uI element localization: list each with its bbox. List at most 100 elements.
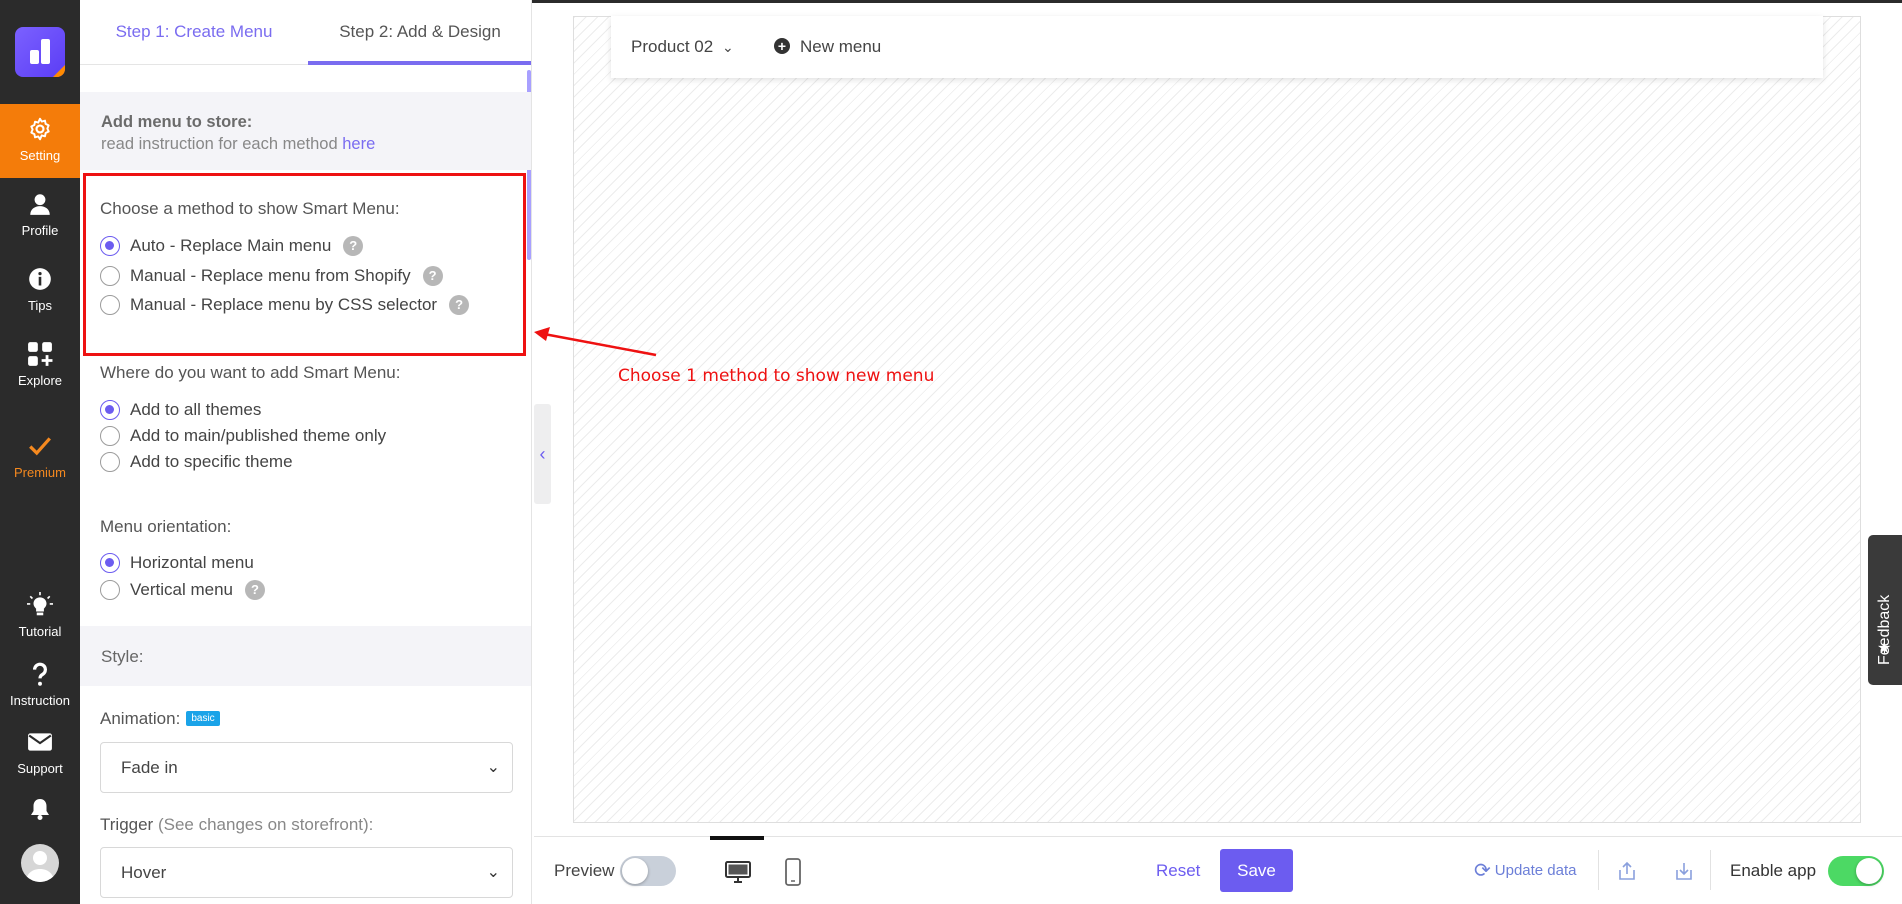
- animation-label-row: Animation: basic: [100, 709, 220, 729]
- trigger-select[interactable]: Hover ⌄: [100, 847, 513, 898]
- tab-step2[interactable]: Step 2: Add & Design: [308, 3, 531, 65]
- feedback-label: Feedback: [1876, 594, 1893, 665]
- radio-button[interactable]: [100, 553, 120, 573]
- logo-bar-short: [30, 50, 39, 64]
- nav-setting[interactable]: Setting: [0, 104, 80, 178]
- preview-menu-item-label: Product 02: [631, 37, 714, 56]
- add-to-store-subtext: read instruction for each method here: [101, 135, 511, 154]
- tab-step1[interactable]: Step 1: Create Menu: [80, 3, 308, 65]
- save-button[interactable]: Save: [1220, 849, 1293, 892]
- add-to-store-heading: Add menu to store:: [101, 113, 253, 131]
- bottom-toolbar: Preview Reset ⟳ Update data Enable app: [534, 836, 1902, 904]
- nav-profile[interactable]: Profile: [0, 179, 80, 253]
- where-option-label: Add to main/published theme only: [130, 426, 387, 445]
- info-icon: [29, 268, 51, 290]
- reset-button[interactable]: Reset: [1156, 837, 1200, 904]
- check-icon: [29, 437, 51, 456]
- refresh-icon: ⟳: [1474, 860, 1491, 882]
- update-data-label: Update data: [1494, 862, 1577, 879]
- chevron-down-icon: ⌄: [486, 864, 500, 881]
- preview-menu-item-product[interactable]: Product 02 ⌄: [631, 16, 734, 78]
- where-option-all-themes[interactable]: Add to all themes: [100, 398, 261, 422]
- trigger-hint: (See changes on storefront):: [157, 815, 374, 834]
- feedback-tab[interactable]: ★ Feedback: [1868, 535, 1902, 685]
- add-to-store-sub: read instruction for each method: [101, 135, 343, 153]
- active-device-indicator: [710, 836, 764, 840]
- animation-select[interactable]: Fade in ⌄: [100, 742, 513, 793]
- radio-button[interactable]: [100, 580, 120, 600]
- style-section: Style:: [80, 626, 531, 686]
- toolbar-divider: [1598, 850, 1599, 890]
- bell-icon[interactable]: [28, 797, 52, 821]
- update-data-button[interactable]: ⟳ Update data: [1474, 837, 1577, 904]
- toolbar-divider: [1710, 850, 1711, 890]
- nav-tutorial-label: Tutorial: [18, 624, 62, 639]
- trigger-label-row: Trigger (See changes on storefront):: [100, 815, 373, 835]
- nav-support[interactable]: Support: [0, 717, 80, 791]
- help-icon[interactable]: ?: [245, 580, 265, 600]
- logo-corner: [53, 65, 65, 77]
- nav-setting-label: Setting: [19, 148, 61, 163]
- gear-icon: [30, 117, 50, 141]
- collapse-panel-handle[interactable]: ‹: [534, 404, 551, 504]
- nav-explore-label: Explore: [17, 373, 63, 388]
- animation-label: Animation:: [100, 709, 181, 728]
- avatar[interactable]: [21, 844, 59, 882]
- preview-toggle[interactable]: [620, 856, 676, 886]
- enable-app-label: Enable app: [1730, 861, 1817, 880]
- nav-profile-label: Profile: [21, 223, 59, 238]
- preview-canvas: [573, 16, 1861, 823]
- preview-menu-item-new[interactable]: + New menu: [774, 16, 881, 78]
- step-tabs: Step 1: Create Menu Step 2: Add & Design: [80, 3, 531, 65]
- nav-tips-label: Tips: [27, 298, 53, 313]
- export-icon[interactable]: [1617, 861, 1637, 881]
- where-label: Where do you want to add Smart Menu:: [100, 363, 401, 382]
- orientation-option-horizontal[interactable]: Horizontal menu: [100, 551, 254, 575]
- nav-tips[interactable]: Tips: [0, 254, 80, 328]
- radio-button[interactable]: [100, 400, 120, 420]
- orientation-label: Menu orientation:: [100, 517, 232, 536]
- preview-label: Preview: [554, 861, 615, 880]
- apps-plus-icon: [28, 342, 53, 366]
- logo-bar-tall: [41, 39, 50, 64]
- user-icon: [30, 194, 50, 215]
- mobile-icon[interactable]: [784, 858, 802, 886]
- where-option-specific-theme[interactable]: Add to specific theme: [100, 450, 293, 474]
- enable-app-toggle[interactable]: [1828, 856, 1884, 886]
- annotation-text: Choose 1 method to show new menu: [618, 366, 935, 386]
- nav-explore[interactable]: Explore: [0, 329, 80, 403]
- animation-select-value: Fade in: [121, 758, 178, 777]
- trigger-label: Trigger: [100, 815, 154, 834]
- annotation-arrow: [534, 327, 657, 357]
- preview-menu-bar: Product 02 ⌄ + New menu: [611, 16, 1823, 78]
- where-option-label: Add to specific theme: [130, 452, 293, 471]
- desktop-icon[interactable]: [724, 860, 752, 884]
- basic-badge: basic: [186, 711, 220, 726]
- chevron-down-icon: ⌄: [486, 759, 500, 776]
- orientation-option-label: Horizontal menu: [130, 553, 254, 572]
- question-icon: [32, 662, 48, 686]
- instruction-link[interactable]: here: [342, 135, 375, 153]
- nav-instruction[interactable]: Instruction: [0, 649, 80, 723]
- nav-instruction-label: Instruction: [10, 693, 70, 708]
- orientation-option-label: Vertical menu: [130, 580, 233, 599]
- nav-support-label: Support: [17, 761, 63, 776]
- preview-menu-item-label: New menu: [800, 37, 882, 56]
- toggle-knob: [1856, 858, 1882, 884]
- chevron-down-icon: ⌄: [721, 39, 734, 55]
- settings-panel: Step 1: Create Menu Step 2: Add & Design…: [80, 0, 532, 904]
- nav-tutorial[interactable]: Tutorial: [0, 580, 80, 654]
- orientation-option-vertical[interactable]: Vertical menu ?: [100, 578, 265, 602]
- app-nav-rail: Setting Profile Tips Explore Premium Tut…: [0, 0, 80, 904]
- nav-premium-label: Premium: [13, 465, 66, 480]
- import-icon[interactable]: [1674, 861, 1694, 881]
- avatar-user-icon: [26, 851, 54, 882]
- nav-premium[interactable]: Premium: [0, 421, 80, 495]
- where-option-main-theme[interactable]: Add to main/published theme only: [100, 424, 386, 448]
- radio-button[interactable]: [100, 452, 120, 472]
- radio-button[interactable]: [100, 426, 120, 446]
- add-to-store-section: Add menu to store: read instruction for …: [80, 92, 531, 170]
- toggle-knob: [622, 858, 648, 884]
- app-logo[interactable]: [15, 27, 65, 77]
- trigger-select-value: Hover: [121, 863, 167, 882]
